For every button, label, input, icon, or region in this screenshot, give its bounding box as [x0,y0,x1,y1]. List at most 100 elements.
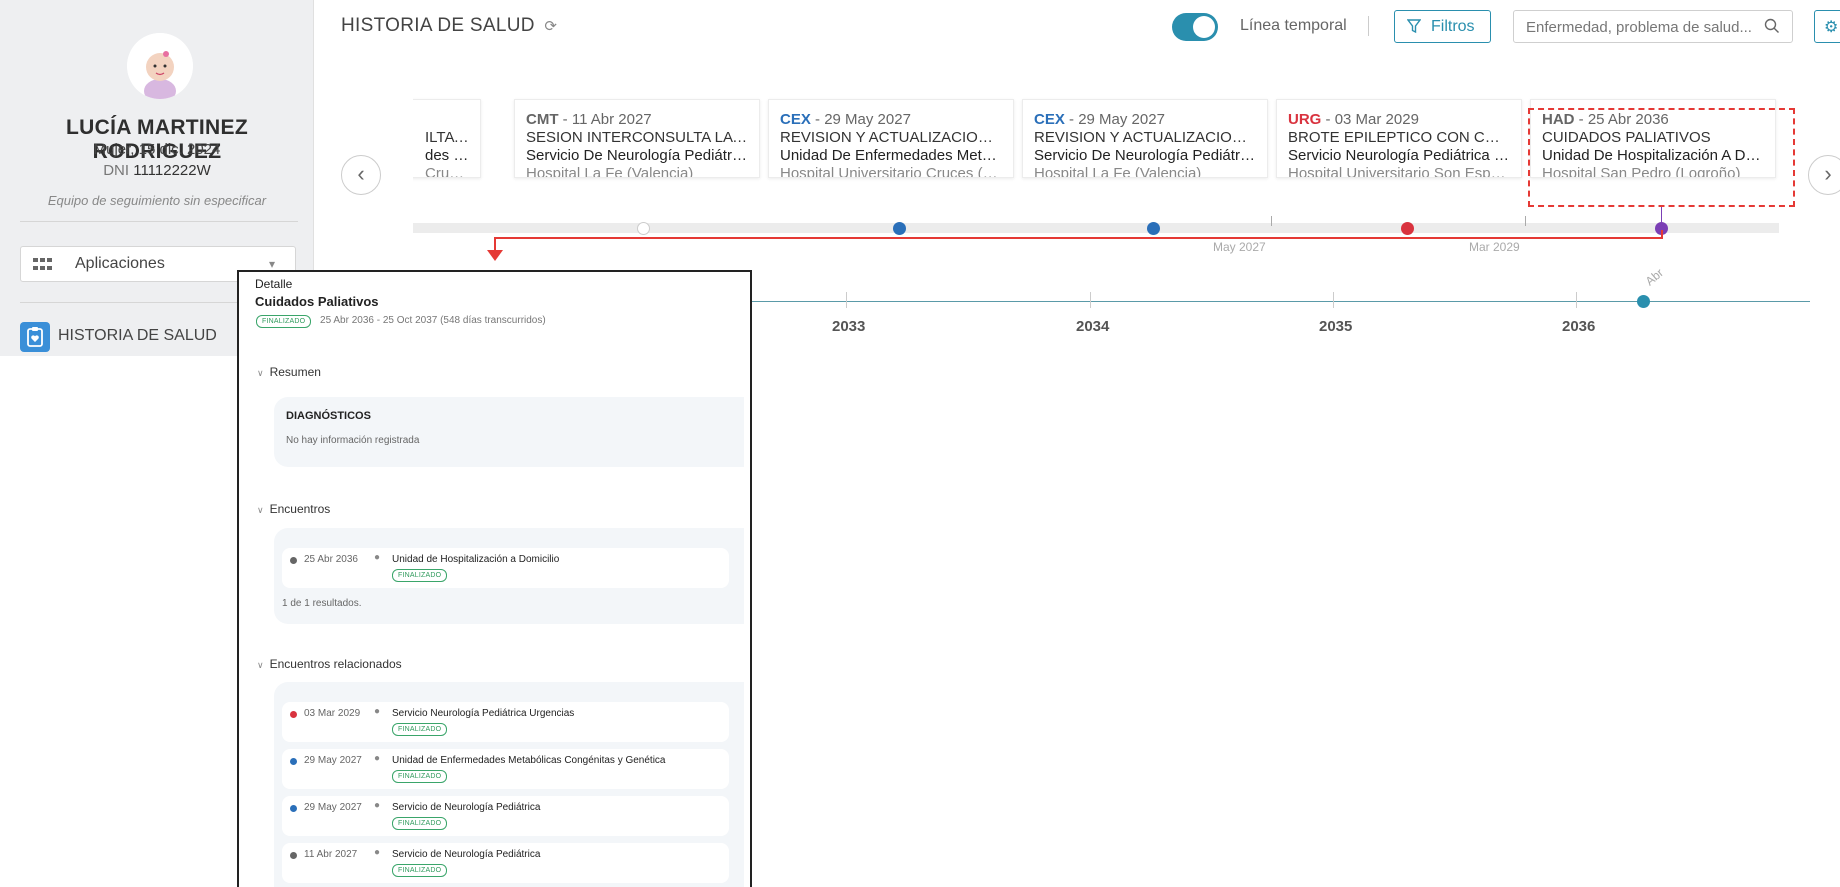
encounter-name: Servicio de Neurología Pediátrica [392,802,541,813]
chevron-down-icon: ▾ [268,257,275,271]
encounter-date: 29 May 2027 [304,755,362,766]
event-hospital: Hospital Universitario Son Espa... [1288,165,1510,178]
year-tick [1333,292,1334,308]
person-icon: ● [374,753,381,764]
page-title-text: HISTORIA DE SALUD [341,15,535,36]
timeline-toggle[interactable] [1172,13,1218,41]
event-type-date [413,111,469,129]
connector-line [1661,230,1663,239]
track-dot[interactable] [893,222,906,235]
status-dot [290,557,297,564]
track-stem [1271,216,1272,226]
year-axis-marker[interactable] [1637,295,1650,308]
chevron-left-icon: ‹ [357,161,365,186]
encounter-row[interactable]: 25 Abr 2036 ● Unidad de Hospitalización … [282,548,729,588]
encounter-name: Servicio de Neurología Pediátrica [392,849,541,860]
encounter-date: 29 May 2027 [304,802,362,813]
event-title: BROTE EPILEPTICO CON CRISIS... [1288,129,1510,146]
event-service: Servicio Neurología Pediátrica U... [1288,147,1510,164]
year-label: 2036 [1562,318,1596,335]
encounters-box: 25 Abr 2036 ● Unidad de Hospitalización … [274,528,744,624]
event-type-date: CEX - 29 May 2027 [1034,111,1165,128]
event-type: CEX [780,111,811,128]
event-service: Unidad De Enfermedades Metab... [780,147,1002,164]
status-badge: FINALIZADO [392,723,448,736]
person-icon: ● [374,706,381,717]
event-type-date: CMT - 11 Abr 2027 [526,111,652,128]
year-label: 2034 [1076,318,1110,335]
chevron-down-icon: ∨ [257,368,264,378]
encounter-name: Unidad de Enfermedades Metabólicas Congé… [392,755,666,766]
track-dot[interactable] [1147,222,1160,235]
patient-team: Equipo de seguimiento sin especificar [47,193,267,208]
event-card[interactable]: URG - 03 Mar 2029 BROTE EPILEPTICO CON C… [1276,99,1522,178]
encounter-name: Unidad de Hospitalización a Domicilio [392,554,560,565]
event-card[interactable]: CEX - 29 May 2027 REVISION Y ACTUALIZACI… [768,99,1014,178]
sidebar-item-label: HISTORIA DE SALUD [58,327,217,344]
chevron-right-icon: › [1824,161,1832,186]
event-title: ILTA CRUC... [425,129,469,146]
section-summary-header[interactable]: ∨ Resumen [257,365,321,379]
diagnoses-title: DIAGNÓSTICOS [286,410,371,422]
timeline-prev-button[interactable]: ‹ [341,155,381,195]
status-badge: FINALIZADO [256,315,312,328]
section-title: Encuentros relacionados [269,657,402,671]
section-encounters-header[interactable]: ∨ Encuentros [257,502,330,516]
timeline-track [413,223,1779,233]
related-encounter-row[interactable]: 11 Abr 2027 ● Servicio de Neurología Ped… [282,843,729,883]
patient-dni: DNI 11112222W [0,162,314,179]
diagnoses-empty: No hay información registrada [286,435,420,446]
search-icon[interactable] [1764,18,1780,38]
year-label: 2035 [1319,318,1353,335]
event-type-date: URG - 03 Mar 2029 [1288,111,1419,128]
settings-gear-icon[interactable]: ⚙ [1814,10,1840,43]
section-title: Encuentros [269,502,331,516]
status-dot [290,711,297,718]
status-badge: FINALIZADO [392,817,448,830]
related-encounter-row[interactable]: 29 May 2027 ● Unidad de Enfermedades Met… [282,749,729,789]
event-title: REVISION Y ACTUALIZACION EL... [1034,129,1256,146]
applications-label: Aplicaciones [75,255,165,272]
dni-label: DNI [103,162,130,179]
event-card[interactable]: CMT - 11 Abr 2027 SESION INTERCONSULTA L… [514,99,760,178]
year-tick [1090,292,1091,308]
track-label: Mar 2029 [1469,240,1520,254]
detail-header: Detalle [255,277,293,291]
section-related-header[interactable]: ∨ Encuentros relacionados [257,657,402,671]
event-type-date: CEX - 29 May 2027 [780,111,911,128]
event-card[interactable]: ILTA CRUC... des Metab... Cruces (Bi... [413,99,481,178]
year-axis-marker-label: Abr [1642,265,1667,289]
year-tick [1576,292,1577,308]
event-service: Servicio De Neurología Pediátrica [1034,147,1256,164]
event-card[interactable]: CEX - 29 May 2027 REVISION Y ACTUALIZACI… [1022,99,1268,178]
detail-panel: Detalle Cuidados Paliativos FINALIZADO 2… [237,270,752,887]
status-dot [290,758,297,765]
encounter-date: 11 Abr 2027 [304,849,358,860]
refresh-icon[interactable]: ⟳ [544,17,557,35]
track-label: May 2027 [1213,240,1266,254]
patient-avatar [127,33,193,99]
related-encounter-row[interactable]: 03 Mar 2029 ● Servicio Neurología Pediát… [282,702,729,742]
timeline-next-button[interactable]: › [1808,155,1840,195]
track-dot[interactable] [1401,222,1414,235]
event-type: CEX [1034,111,1065,128]
section-title: Resumen [269,365,321,379]
encounter-date: 25 Abr 2036 [304,554,358,565]
event-date: 29 May 2027 [824,111,911,128]
related-encounter-row[interactable]: 29 May 2027 ● Servicio de Neurología Ped… [282,796,729,836]
track-dot[interactable] [637,222,650,235]
related-box: 03 Mar 2029 ● Servicio Neurología Pediát… [274,682,744,887]
event-service: Servicio De Neurología Pediátrica [526,147,748,164]
filters-button[interactable]: Filtros [1394,10,1491,43]
person-icon: ● [374,847,381,858]
status-dot [290,805,297,812]
year-label: 2033 [832,318,866,335]
event-title: SESION INTERCONSULTA LA FE... [526,129,748,146]
event-type: CMT [526,111,559,128]
event-title: REVISION Y ACTUALIZACION EL... [780,129,1002,146]
encounter-date: 03 Mar 2029 [304,708,361,719]
search-input[interactable]: Enfermedad, problema de salud... [1513,10,1793,43]
status-badge: FINALIZADO [392,864,448,877]
person-icon: ● [374,552,381,563]
track-stem [1525,216,1526,226]
